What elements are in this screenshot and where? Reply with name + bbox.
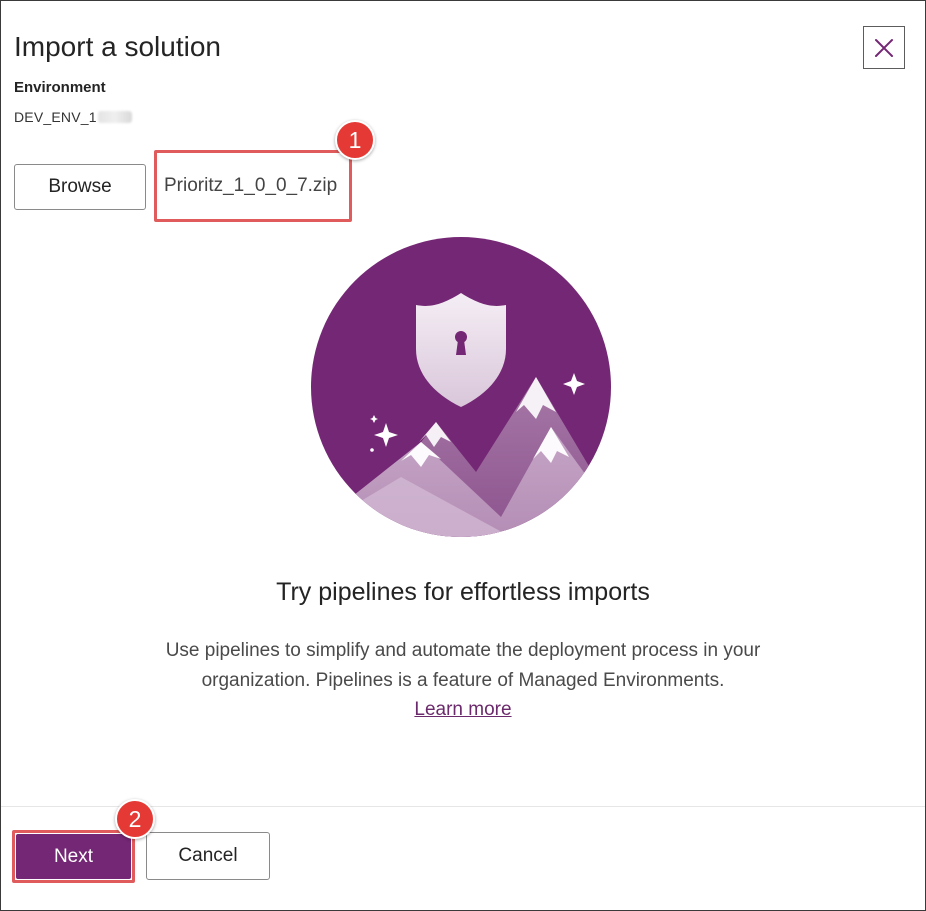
- step-badge-1: 1: [335, 120, 375, 160]
- cancel-button[interactable]: Cancel: [146, 832, 270, 880]
- redacted-text: [97, 111, 132, 123]
- dialog-title: Import a solution: [14, 31, 221, 62]
- shield-mountains-illustration: [311, 237, 611, 537]
- next-button[interactable]: Next: [16, 834, 131, 879]
- learn-more-container: Learn more: [1, 697, 925, 723]
- close-icon: [875, 38, 893, 57]
- environment-value: DEV_ENV_1: [14, 109, 132, 125]
- import-solution-dialog: Import a solution Environment DEV_ENV_1 …: [0, 0, 926, 911]
- browse-button[interactable]: Browse: [14, 164, 146, 210]
- close-button[interactable]: [863, 26, 905, 69]
- learn-more-link[interactable]: Learn more: [414, 699, 511, 720]
- selected-file-name: Prioritz_1_0_0_7.zip: [164, 175, 338, 196]
- promo-title: Try pipelines for effortless imports: [276, 578, 650, 606]
- step-badge-2: 2: [115, 799, 155, 839]
- environment-label: Environment: [14, 79, 106, 96]
- promo-description: Use pipelines to simplify and automate t…: [165, 640, 761, 691]
- environment-name: DEV_ENV_1: [14, 109, 97, 125]
